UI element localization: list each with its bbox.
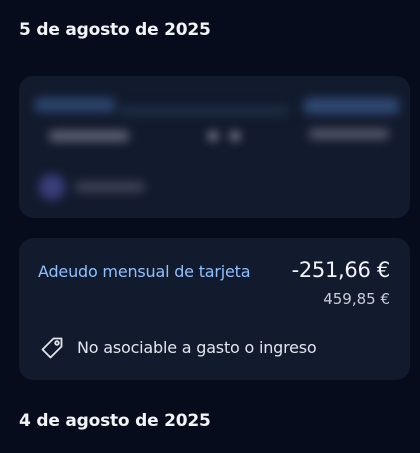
date-header: 4 de agosto de 2025: [19, 411, 211, 431]
transaction-name[interactable]: Adeudo mensual de tarjeta: [38, 262, 251, 281]
category-tag-label[interactable]: No asociable a gasto o ingreso: [77, 338, 317, 357]
transaction-amount: -251,66 €: [291, 258, 391, 282]
transaction-balance: 459,85 €: [323, 290, 390, 308]
tag-icon[interactable]: [39, 335, 65, 361]
blurred-transaction-card[interactable]: [19, 76, 410, 218]
date-header: 5 de agosto de 2025: [19, 20, 211, 40]
blurred-content: [19, 76, 410, 218]
